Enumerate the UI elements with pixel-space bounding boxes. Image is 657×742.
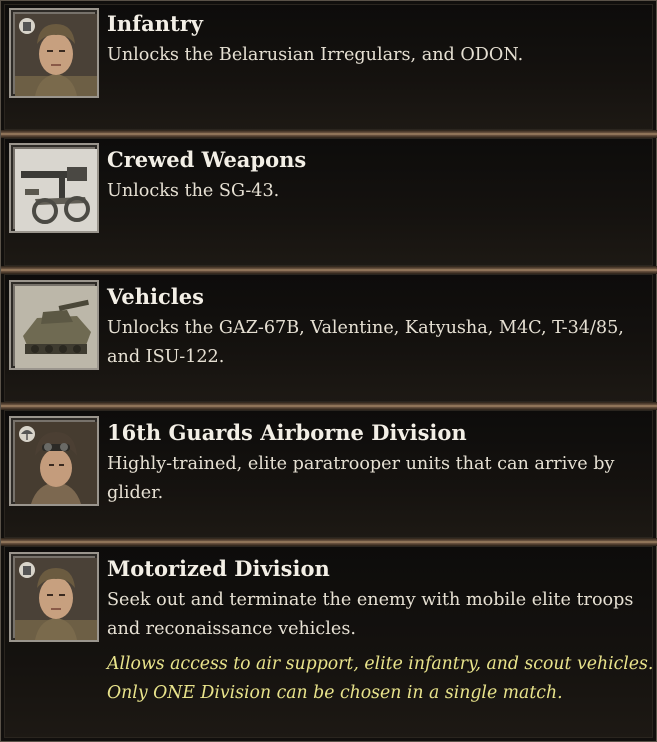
unlock-title: Vehicles <box>107 284 204 309</box>
row-divider <box>1 402 657 410</box>
unlock-row-airborne-division: 16th Guards Airborne Division Highly-tra… <box>4 410 653 538</box>
unlock-row-vehicles: Vehicles Unlocks the GAZ-67B, Valentine,… <box>4 274 653 402</box>
row-divider <box>1 130 657 138</box>
crewed-weapon-machine-gun-icon <box>9 143 99 233</box>
airborne-paratrooper-portrait-icon <box>9 416 99 506</box>
row-divider <box>1 266 657 274</box>
unlock-description: Unlocks the SG-43. <box>107 181 280 201</box>
unlock-title: Infantry <box>107 11 203 36</box>
unlock-description: Highly-trained, elite paratrooper units … <box>107 454 615 503</box>
unlock-description: Unlocks the GAZ-67B, Valentine, Katyusha… <box>107 318 624 367</box>
vehicle-tank-icon <box>9 280 99 370</box>
unlock-row-infantry: Infantry Unlocks the Belarusian Irregula… <box>4 4 653 130</box>
motorized-division-soldier-portrait-icon <box>9 552 99 642</box>
unlock-title: Motorized Division <box>107 556 330 581</box>
division-restriction-note: Allows access to air support, elite infa… <box>107 654 654 703</box>
infantry-soldier-portrait-icon <box>9 8 99 98</box>
unlock-list-tooltip: Infantry Unlocks the Belarusian Irregula… <box>0 0 657 742</box>
row-divider <box>1 538 657 546</box>
unlock-description: Seek out and terminate the enemy with mo… <box>107 590 634 639</box>
unlock-title: 16th Guards Airborne Division <box>107 420 467 445</box>
unlock-row-motorized-division: Motorized Division Seek out and terminat… <box>4 546 653 738</box>
unlock-row-crewed-weapons: Crewed Weapons Unlocks the SG-43. <box>4 138 653 266</box>
unlock-description: Unlocks the Belarusian Irregulars, and O… <box>107 45 524 65</box>
unlock-title: Crewed Weapons <box>107 147 307 172</box>
